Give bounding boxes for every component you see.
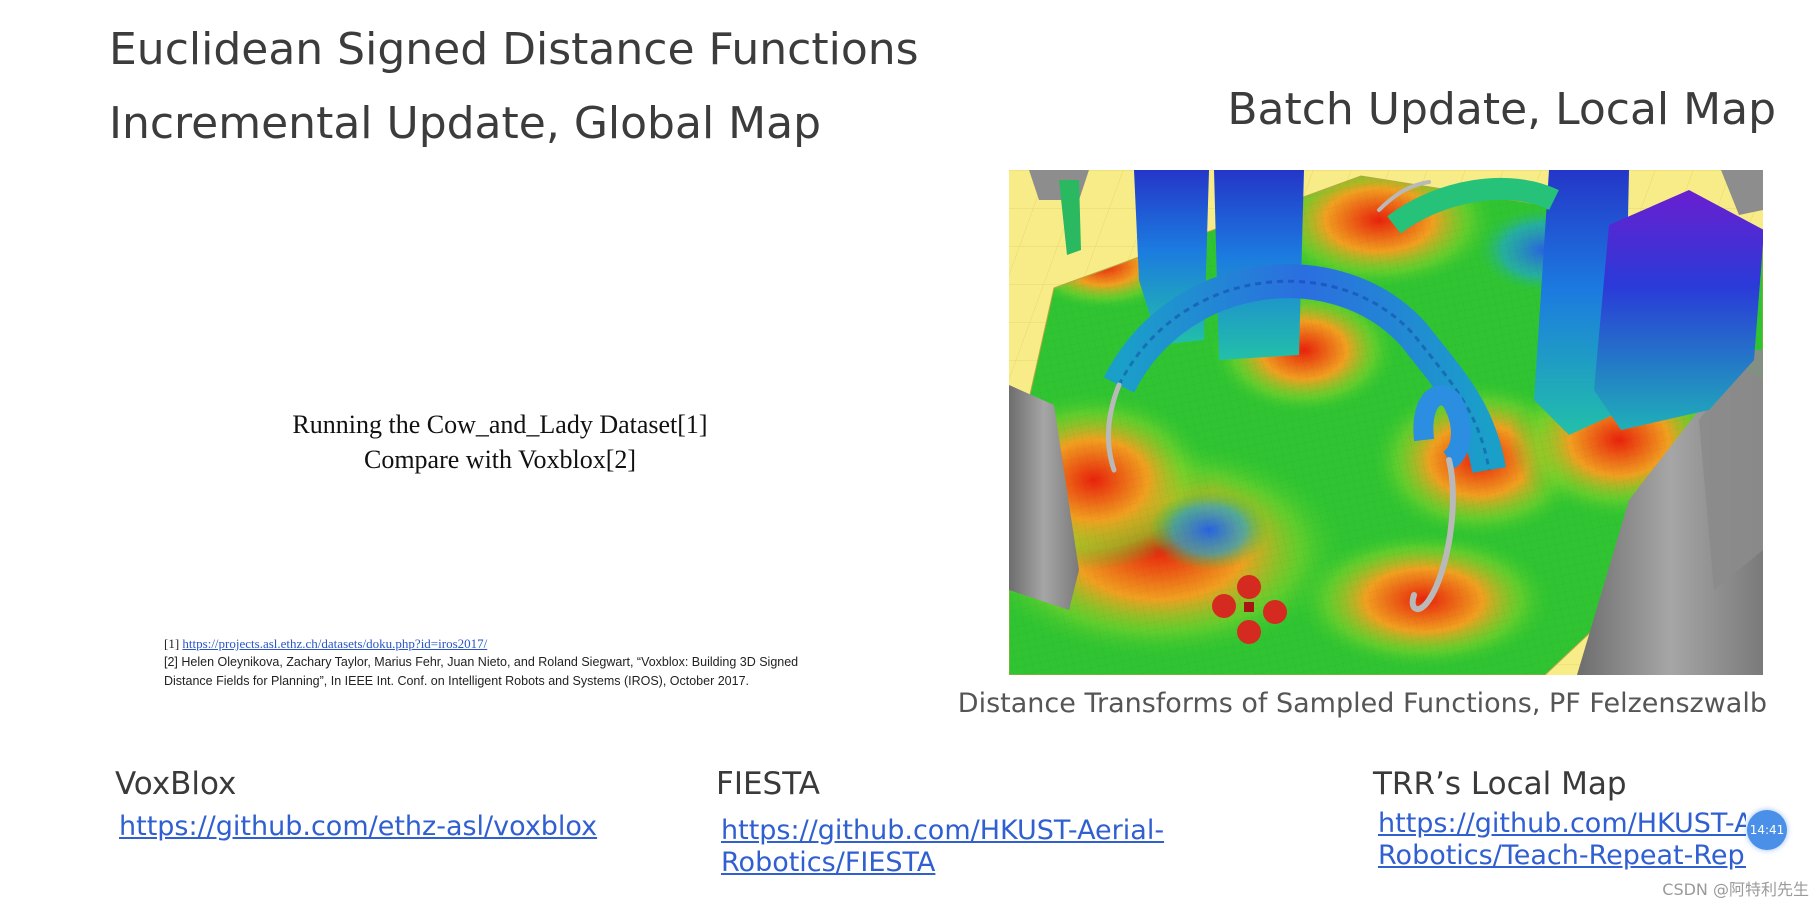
- voxblox-link[interactable]: https://github.com/ethz-asl/voxblox: [119, 811, 597, 843]
- reference-1-prefix: [1]: [164, 636, 180, 651]
- trr-link-line-2: Robotics/Teach-Repeat-Replan: [1378, 840, 1746, 871]
- trr-title: TRR’s Local Map: [1373, 766, 1627, 802]
- references: [1] https://projects.asl.ethz.ch/dataset…: [164, 634, 864, 691]
- fiesta-link-line-1: https://github.com/HKUST-Aerial-: [721, 815, 1165, 846]
- esdf-map-image: [1009, 170, 1763, 675]
- reference-2-line-2: Distance Fields for Planning”, In IEEE I…: [164, 674, 750, 688]
- fiesta-link[interactable]: https://github.com/HKUST-Aerial- Robotic…: [721, 815, 1164, 879]
- figure-caption: Distance Transforms of Sampled Functions…: [957, 688, 1767, 719]
- clock-bubble-icon[interactable]: 14:41: [1747, 810, 1787, 850]
- voxblox-title: VoxBlox: [115, 766, 237, 802]
- slide-title-line-1: Euclidean Signed Distance Functions: [109, 24, 919, 75]
- trr-link-line-1: https://github.com/HKUST-Aerial-: [1378, 808, 1746, 839]
- reference-1-link[interactable]: https://projects.asl.ethz.ch/datasets/do…: [182, 636, 487, 651]
- fiesta-title: FIESTA: [716, 766, 820, 802]
- reference-2-line-1: [2] Helen Oleynikova, Zachary Taylor, Ma…: [164, 655, 799, 669]
- slide-title-right: Batch Update, Local Map: [1227, 84, 1776, 135]
- slide-title-line-2: Incremental Update, Global Map: [109, 98, 822, 149]
- reference-1: [1] https://projects.asl.ethz.ch/dataset…: [164, 634, 864, 653]
- video-caption-line-2: Compare with Voxblox[2]: [363, 445, 637, 474]
- trr-link[interactable]: https://github.com/HKUST-Aerial- Robotic…: [1378, 808, 1746, 872]
- slide: Euclidean Signed Distance Functions Incr…: [0, 0, 1819, 906]
- fiesta-link-line-2: Robotics/FIESTA: [721, 847, 936, 878]
- video-caption-line-1: Running the Cow_and_Lady Dataset[1]: [292, 410, 708, 439]
- watermark: CSDN @阿特利先生: [1662, 880, 1809, 899]
